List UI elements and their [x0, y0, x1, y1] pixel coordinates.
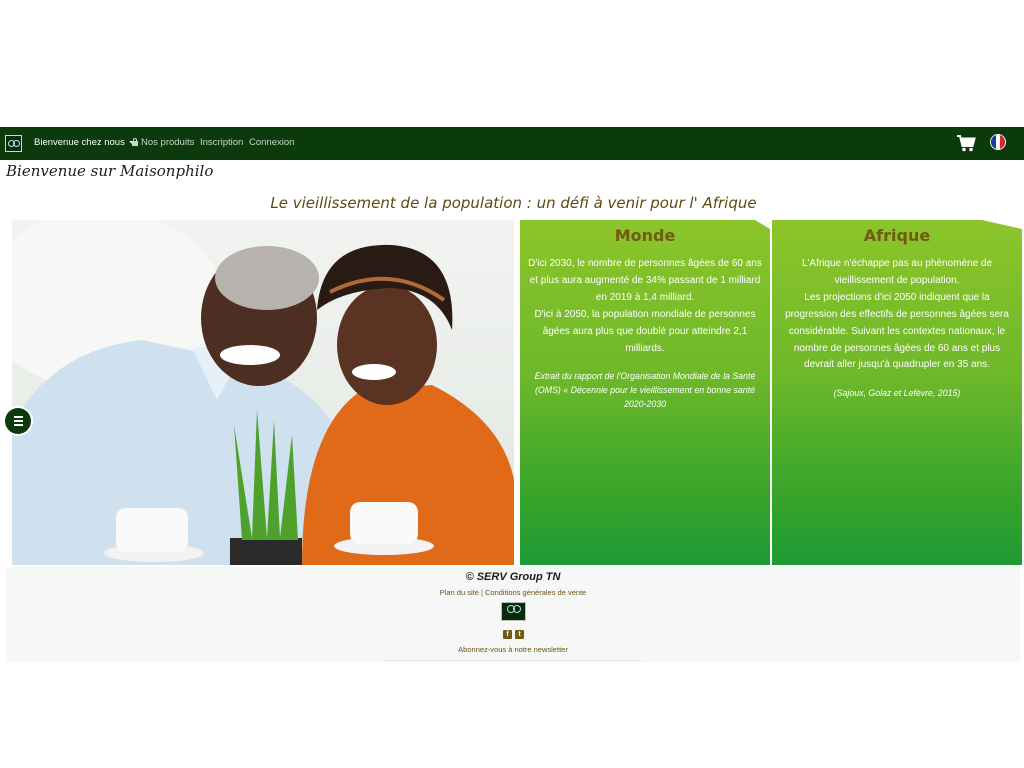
card-afrique-paragraph-2: Les projections d'ici 2050 indiquent que…: [785, 291, 1009, 371]
nav-bienvenue-label: Bienvenue chez nous: [34, 137, 125, 148]
card-monde-citation: Extrait du rapport de l'Organisation Mon…: [534, 371, 756, 410]
flag-fr-icon[interactable]: [991, 135, 1005, 149]
card-afrique: Afrique L'Afrique n'échappe pas au phéno…: [772, 220, 1022, 565]
welcome-text: Bienvenue sur Maisonphilo: [6, 162, 214, 180]
page-headline: Le vieillissement de la population : un …: [270, 194, 757, 212]
footer-newsletter-link[interactable]: Abonnez-vous à notre newsletter: [6, 645, 1020, 654]
lock-icon: [132, 138, 138, 146]
footer-terms-link[interactable]: Conditions générales de vente: [485, 588, 586, 597]
twitter-icon[interactable]: t: [515, 630, 524, 639]
card-afrique-title: Afrique: [863, 226, 931, 245]
hamburger-icon: [13, 416, 23, 418]
nav-connexion[interactable]: Connexion: [249, 137, 294, 149]
footer-sitemap-link[interactable]: Plan du site: [440, 588, 479, 597]
site-footer: © SERV Group TN Plan du site | Condition…: [6, 567, 1020, 662]
site-logo[interactable]: [5, 135, 22, 152]
footer-copyright: © SERV Group TN: [465, 571, 561, 583]
nav-inscription[interactable]: Inscription: [200, 137, 243, 149]
facebook-icon[interactable]: f: [503, 630, 512, 639]
nav-bienvenue-dropdown[interactable]: Bienvenue chez nous: [34, 137, 135, 149]
nav-produits-label: Nos produits: [141, 137, 195, 148]
footer-links: Plan du site | Conditions générales de v…: [6, 588, 1020, 597]
hero-photo-elderly-couple: [12, 220, 514, 565]
menu-toggle-button[interactable]: [5, 408, 31, 434]
card-afrique-citation: (Sajoux, Golaz et Lefèvre, 2015): [833, 388, 961, 399]
nav-produits[interactable]: Nos produits: [132, 137, 194, 149]
cart-icon[interactable]: [956, 133, 976, 153]
card-monde: Monde D'ici 2030, le nombre de personnes…: [520, 220, 770, 565]
card-monde-paragraph-2: D'ici à 2050, la population mondiale de …: [534, 308, 756, 354]
card-afrique-paragraph-1: L'Afrique n'échappe pas au phénomène de …: [801, 258, 993, 286]
top-navbar: Bienvenue chez nous Nos produits Inscrip…: [0, 127, 1024, 160]
footer-logo[interactable]: [501, 602, 526, 621]
footer-divider: [385, 660, 643, 661]
card-monde-paragraph-1: D'ici 2030, le nombre de personnes âgées…: [528, 258, 762, 303]
card-monde-title: Monde: [614, 226, 676, 245]
